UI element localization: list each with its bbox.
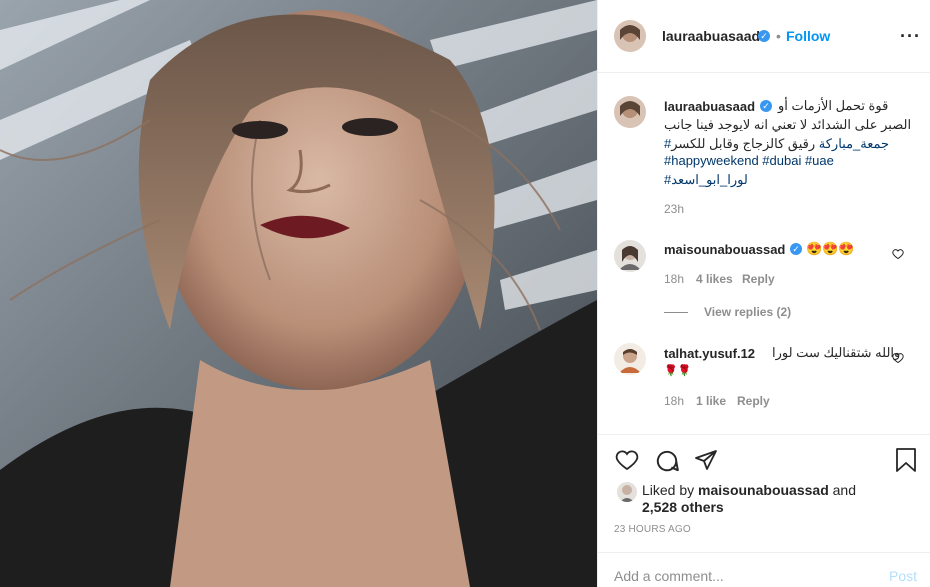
- post-panel: lauraabuasaad ✓ • Follow ··· lauraabuasa…: [597, 0, 930, 587]
- liked-by-user[interactable]: maisounabouassad: [698, 482, 829, 498]
- comment-likes[interactable]: 4 likes: [696, 272, 733, 286]
- add-comment-input[interactable]: Add a comment...: [614, 568, 724, 584]
- hashtag-name[interactable]: #لورا_ابو_اسعد: [664, 172, 748, 188]
- more-options-icon[interactable]: ···: [900, 26, 921, 47]
- hashtags-line[interactable]: #happyweekend #dubai #uae: [664, 153, 834, 168]
- post-actions: [598, 434, 930, 472]
- like-heart-icon[interactable]: [614, 448, 640, 472]
- post-photo[interactable]: [0, 0, 597, 587]
- caption-line-3: رقيق كالزجاج وقابل للكسر: [671, 136, 816, 151]
- post-timestamp[interactable]: 23 HOURS AGO: [614, 524, 691, 535]
- caption-line-1: قوة تحمل الأزمات أو: [778, 98, 889, 113]
- replies-divider: [664, 312, 688, 313]
- verified-badge-icon: ✓: [760, 100, 772, 112]
- comment-time[interactable]: 18h: [664, 272, 684, 286]
- comment-username[interactable]: talhat.yusuf.12: [664, 346, 755, 361]
- post-comment-button[interactable]: Post: [889, 568, 917, 584]
- comment-text: والله شتقناليك ست لورا: [772, 345, 901, 360]
- liked-by-prefix: Liked by: [642, 482, 695, 498]
- verified-badge-icon: ✓: [758, 30, 770, 42]
- comment-like-heart-icon[interactable]: [892, 352, 904, 364]
- liked-by-and: and: [832, 482, 856, 498]
- liked-by-avatar[interactable]: [617, 482, 637, 502]
- caption-time[interactable]: 23h: [664, 202, 684, 216]
- comment-bubble-icon[interactable]: [654, 448, 680, 474]
- comment-username[interactable]: maisounabouassad: [664, 242, 785, 257]
- comment-reply-button[interactable]: Reply: [742, 272, 775, 286]
- comment-time[interactable]: 18h: [664, 394, 684, 408]
- comment-text-line-2: 🌹🌹: [664, 365, 692, 377]
- liked-by-text: Liked by maisounabouassad and 2,528 othe…: [642, 482, 902, 516]
- author-username[interactable]: lauraabuasaad: [662, 28, 760, 44]
- comment-text: 😍😍😍: [806, 241, 855, 256]
- liked-by-others[interactable]: 2,528 others: [642, 499, 724, 515]
- follow-button[interactable]: Follow: [786, 28, 830, 44]
- comment-reply-button[interactable]: Reply: [737, 394, 770, 408]
- verified-badge-icon: ✓: [790, 243, 802, 255]
- commenter-avatar[interactable]: [614, 240, 646, 272]
- caption-line-2: الصبر على الشدائد لا تعني انه لايوجد فين…: [664, 117, 912, 132]
- save-bookmark-icon[interactable]: [895, 447, 917, 473]
- caption-avatar[interactable]: [614, 96, 646, 128]
- author-avatar[interactable]: [614, 20, 646, 52]
- commenter-avatar[interactable]: [614, 343, 646, 375]
- comment-like-heart-icon[interactable]: [892, 248, 904, 260]
- separator-dot: •: [776, 28, 781, 44]
- caption-username[interactable]: lauraabuasaad: [664, 99, 755, 114]
- add-comment-bar: Add a comment... Post: [598, 552, 930, 587]
- view-replies-button[interactable]: View replies (2): [704, 305, 791, 319]
- comment-likes[interactable]: 1 like: [696, 394, 726, 408]
- post-header: lauraabuasaad ✓ • Follow ···: [598, 0, 930, 73]
- share-paper-plane-icon[interactable]: [694, 448, 718, 472]
